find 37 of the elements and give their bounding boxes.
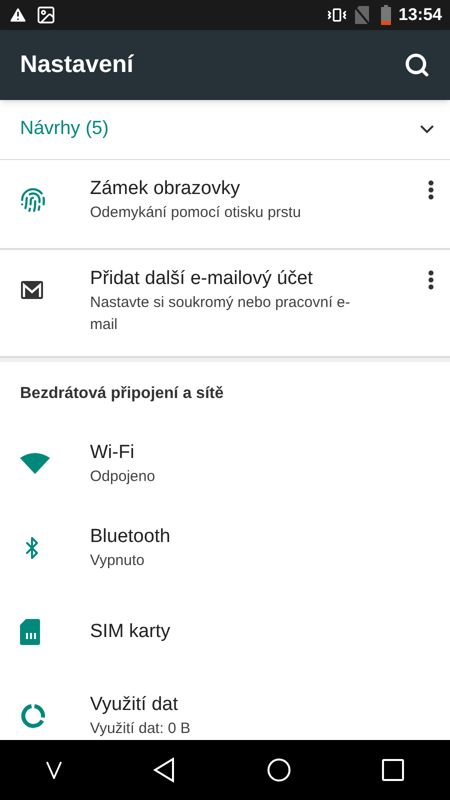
item-subtitle: Nastavte si soukromý nebo pracovní e-mail [90,293,352,335]
toolbar-title: Nastavení [20,50,135,80]
fingerprint-icon [20,187,46,213]
settings-item[interactable]: Wi-Fi Odpojeno [0,422,450,506]
settings-item[interactable]: Využití dat Využití dat: 0 B [0,674,450,740]
clock-text: 13:54 [398,4,442,26]
sim-card-icon [20,619,40,645]
chevron-down-icon[interactable] [46,761,62,779]
settings-item[interactable]: Přidat další e-mailový účet Nastavte si soukromý nebo pracovní e-mail [0,250,450,356]
item-title: Zámek obrazovky [90,177,241,201]
warning-icon [8,5,28,25]
section-header: Bezdrátová připojení a sítě [19,384,225,404]
settings-item[interactable]: Bluetooth Vypnuto [0,506,450,590]
item-subtitle: Vypnuto [90,551,146,571]
home-icon[interactable] [266,758,291,782]
item-subtitle: Odpojeno [90,467,156,487]
suggestions-header[interactable]: Návrhy (5) [0,100,450,160]
item-title: Bluetooth [90,525,172,549]
data-usage-icon [20,703,46,729]
mail-icon [20,280,44,300]
settings-item[interactable]: SIM karty [0,590,450,674]
item-title: Přidat další e-mailový účet [90,267,314,291]
image-icon [36,5,56,25]
more-options-icon [428,270,434,290]
wifi-icon [20,453,50,475]
item-title: SIM karty [90,620,172,644]
item-subtitle: Odemykání pomocí otisku prstu [90,203,302,223]
battery-icon [380,5,391,25]
item-title: Využití dat [90,693,180,717]
chevron-down-icon [420,125,434,134]
no-sim-icon [354,6,369,24]
recents-icon[interactable] [382,759,404,781]
back-icon[interactable] [153,757,176,783]
settings-item[interactable]: Zámek obrazovky Odemykání pomocí otisku prstu [0,160,450,248]
item-title: Wi-Fi [90,441,136,465]
item-subtitle: Využití dat: 0 B [90,719,192,739]
more-options-icon [428,180,434,200]
